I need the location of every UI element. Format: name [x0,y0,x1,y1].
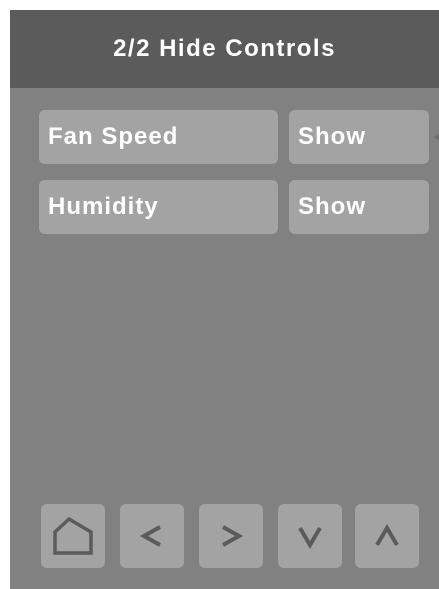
home-button[interactable] [41,504,105,568]
fan-speed-button[interactable]: Fan Speed [39,110,278,164]
chevron-right-icon [222,525,244,547]
page-title: 2/2 Hide Controls [113,35,336,62]
scroll-up-button[interactable] [355,504,419,568]
chevron-left-icon [139,525,161,547]
fan-speed-visibility-button[interactable]: Show [289,110,429,164]
next-button[interactable] [199,504,263,568]
thermostat-screen: 2/2 Hide Controls Fan Speed Show Humidit… [10,10,439,589]
humidity-button[interactable]: Humidity [39,180,278,234]
scroll-down-button[interactable] [278,504,342,568]
chevron-left-icon [434,133,439,141]
header-bar: 2/2 Hide Controls [10,10,439,88]
chevron-down-icon [298,526,322,549]
previous-button[interactable] [120,504,184,568]
humidity-visibility-button[interactable]: Show [289,180,429,234]
home-icon [53,516,93,555]
chevron-up-icon [375,524,399,547]
